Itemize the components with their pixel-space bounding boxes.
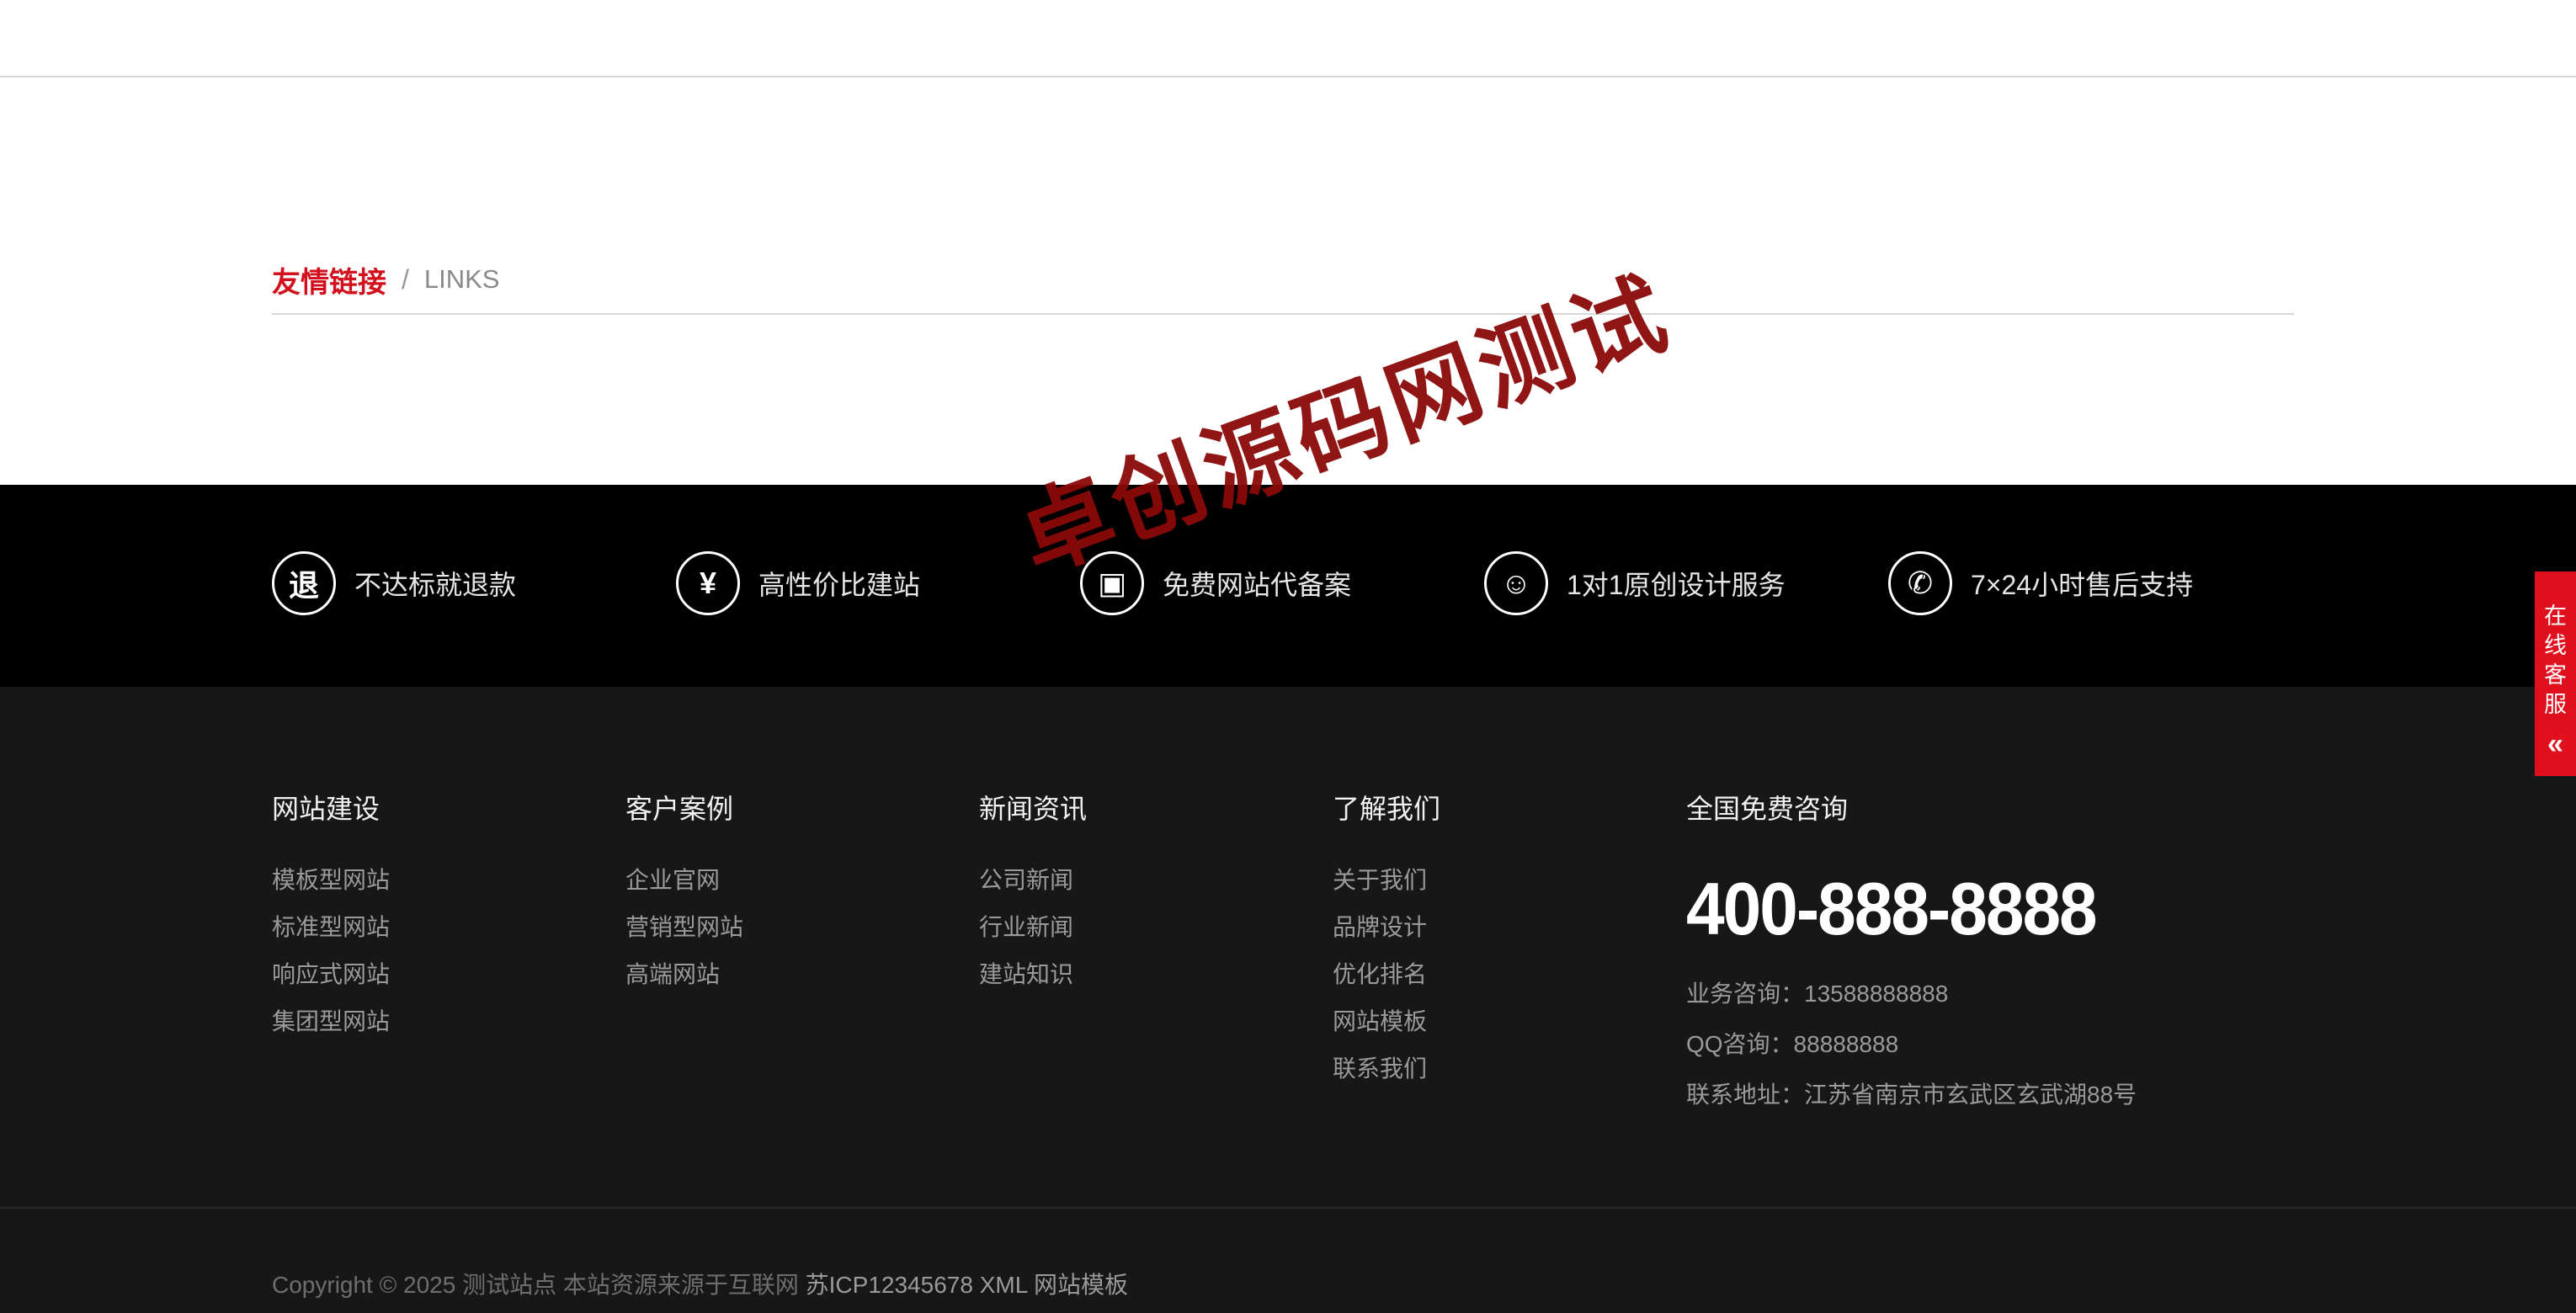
designer-icon: ☺ <box>1484 551 1548 615</box>
footer-link[interactable]: 品牌设计 <box>1333 904 1440 951</box>
footer-column-news: 新闻资讯 公司新闻 行业新闻 建站知识 <box>979 788 1087 998</box>
footer-link[interactable]: 行业新闻 <box>979 904 1087 951</box>
friend-links-title: 友情链接 <box>272 266 386 299</box>
service-label: 7×24小时售后支持 <box>1971 570 2194 600</box>
footer-link[interactable]: 标准型网站 <box>272 904 390 951</box>
contact-title: 全国免费咨询 <box>1686 794 1849 824</box>
footer-link[interactable]: 营销型网站 <box>625 904 743 951</box>
footer-column-about: 了解我们 关于我们 品牌设计 优化排名 网站模板 联系我们 <box>1333 788 1440 1092</box>
phone-icon: ✆ <box>1888 551 1952 615</box>
footer-link[interactable]: 高端网站 <box>625 951 743 998</box>
side-service-char: 线 <box>2544 633 2567 658</box>
top-header-bar <box>0 0 2576 77</box>
friend-links-subtitle: LINKS <box>423 264 500 294</box>
template-link[interactable]: 网站模板 <box>1034 1272 1128 1298</box>
footer-column-cases: 客户案例 企业官网 营销型网站 高端网站 <box>625 788 743 998</box>
double-chevron-left-icon[interactable]: « <box>2547 728 2563 761</box>
copyright-line: Copyright © 2025 测试站点 本站资源来源于互联网 苏ICP123… <box>272 1267 1128 1300</box>
service-label: 免费网站代备案 <box>1163 570 1352 600</box>
side-service-char: 客 <box>2544 662 2567 688</box>
footer-link[interactable]: 建站知识 <box>979 951 1087 998</box>
service-item-value: ¥ 高性价比建站 <box>676 548 920 619</box>
service-label: 不达标就退款 <box>354 570 517 600</box>
footer-column-title: 新闻资讯 <box>979 794 1088 824</box>
service-label: 高性价比建站 <box>758 570 921 600</box>
footer-link[interactable]: 网站模板 <box>1333 998 1440 1045</box>
footer-divider <box>0 1207 2576 1209</box>
service-item-design: ☺ 1对1原创设计服务 <box>1484 548 1786 619</box>
icp-link[interactable]: 苏ICP12345678 <box>806 1272 973 1298</box>
footer-column-website: 网站建设 模板型网站 标准型网站 响应式网站 集团型网站 <box>272 788 390 1045</box>
footer-column-title: 网站建设 <box>272 794 381 824</box>
yen-icon: ¥ <box>676 551 740 615</box>
copyright-text: Copyright © 2025 测试站点 本站资源来源于互联网 <box>272 1272 799 1298</box>
side-service-char: 在 <box>2544 603 2567 629</box>
footer-link[interactable]: 企业官网 <box>625 857 743 904</box>
footer-link[interactable]: 联系我们 <box>1333 1045 1440 1092</box>
service-item-refund: 退 不达标就退款 <box>272 548 516 619</box>
friend-links-separator: / <box>402 263 409 295</box>
address-contact: 联系地址：江苏省南京市玄武区玄武湖88号 <box>1686 1082 2137 1108</box>
service-item-support: ✆ 7×24小时售后支持 <box>1888 548 2193 619</box>
footer-link[interactable]: 集团型网站 <box>272 998 390 1045</box>
side-service-char: 服 <box>2544 692 2567 717</box>
qq-contact: QQ咨询：88888888 <box>1686 1031 1899 1057</box>
footer-link[interactable]: 公司新闻 <box>979 857 1087 904</box>
friend-links-header: 友情链接 / LINKS <box>272 246 2294 315</box>
footer-link[interactable]: 优化排名 <box>1333 951 1440 998</box>
business-contact: 业务咨询：13588888888 <box>1686 981 1949 1007</box>
footer-column-title: 了解我们 <box>1333 794 1441 824</box>
hotline-number: 400-888-8888 <box>1686 868 2098 951</box>
online-service-tab[interactable]: 在 线 客 服 « <box>2535 571 2576 776</box>
xml-link[interactable]: XML <box>980 1272 1028 1298</box>
footer-column-title: 客户案例 <box>625 794 734 824</box>
footer-link[interactable]: 模板型网站 <box>272 857 390 904</box>
footer-contact-column: 全国免费咨询 <box>1686 788 1848 857</box>
footer-link[interactable]: 关于我们 <box>1333 857 1440 904</box>
refund-icon: 退 <box>272 551 336 615</box>
footer-link[interactable]: 响应式网站 <box>272 951 390 998</box>
service-label: 1对1原创设计服务 <box>1567 570 1786 600</box>
